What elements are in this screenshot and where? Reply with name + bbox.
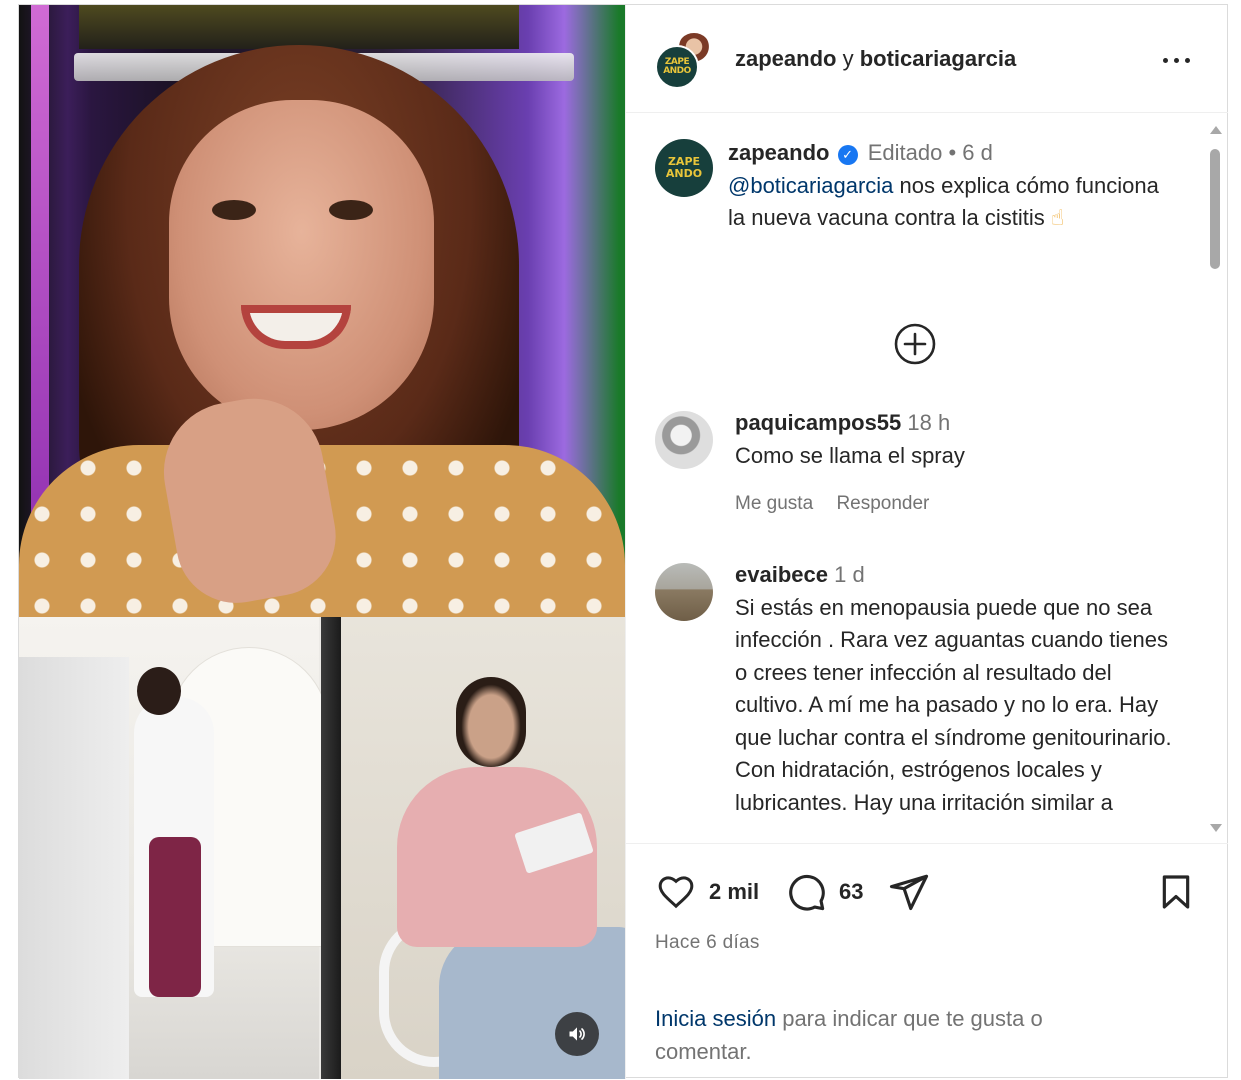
post-side-panel: ZAPE ANDO zapeando y boticariagarcia ZAP…	[625, 5, 1228, 1079]
comment-like-button[interactable]: Me gusta	[735, 493, 813, 514]
video-frame-clinic	[19, 617, 625, 1079]
authors-conjunction: y	[842, 46, 854, 71]
more-icon	[1160, 50, 1193, 68]
save-button[interactable]	[1156, 870, 1196, 914]
comment-body: paquicampos55 18 h Como se llama el spra…	[735, 407, 1185, 472]
heart-icon	[658, 876, 694, 909]
comment-button[interactable]: 63	[785, 870, 863, 914]
avatar-zapeando[interactable]: ZAPE ANDO	[655, 45, 699, 89]
caption-avatar-zapeando[interactable]: ZAPE ANDO	[655, 139, 713, 197]
pointing-up-emoji-icon: ☝	[1050, 205, 1065, 230]
comment-timestamp[interactable]: 18 h	[907, 410, 950, 435]
comment-item: paquicampos55 18 h Como se llama el spra…	[655, 410, 1185, 521]
bookmark-icon	[1162, 875, 1190, 909]
caption-separator: •	[948, 140, 957, 165]
action-bar: 2 mil 63	[655, 870, 1200, 914]
sound-toggle-button[interactable]	[555, 1012, 599, 1056]
plus-circle-icon[interactable]	[893, 322, 937, 366]
post-caption: zapeando ✓ Editado • 6 d @boticariagarci…	[728, 137, 1168, 235]
post-actions: 2 mil 63 Hace 6 días Inicia sesión para …	[626, 843, 1228, 1079]
video-frame-host	[19, 5, 625, 617]
comment-timestamp[interactable]: 1 d	[834, 562, 865, 587]
login-prompt: Inicia sesión para indicar que te gusta …	[655, 1002, 1135, 1068]
comment-item: evaibece 1 d Si estás en menopausia pued…	[655, 562, 1185, 843]
comment-actions: Me gusta Responder	[735, 493, 947, 515]
comment-text: Como se llama el spray	[735, 442, 965, 468]
scroll-up-arrow-icon[interactable]	[1210, 126, 1222, 134]
scroll-down-arrow-icon[interactable]	[1210, 824, 1222, 832]
caption-username[interactable]: zapeando	[728, 140, 829, 165]
likes-count[interactable]: 2 mil	[709, 879, 759, 905]
caption-timestamp[interactable]: 6 d	[962, 140, 993, 165]
comment-text: Si estás en menopausia puede que no sea …	[735, 594, 1172, 815]
login-link[interactable]: Inicia sesión	[655, 1006, 776, 1031]
author-link-zapeando[interactable]: zapeando	[735, 46, 836, 71]
comment-username[interactable]: evaibece	[735, 562, 828, 587]
commenter-avatar[interactable]	[655, 411, 713, 469]
comment-body: evaibece 1 d Si estás en menopausia pued…	[735, 559, 1185, 819]
caption-mention[interactable]: @boticariagarcia	[728, 173, 893, 198]
verified-badge-icon: ✓	[837, 145, 858, 165]
post-date[interactable]: Hace 6 días	[655, 932, 760, 954]
post-dialog: ZAPE ANDO zapeando y boticariagarcia ZAP…	[18, 4, 1228, 1079]
comments-scrollbar[interactable]	[1208, 123, 1222, 835]
post-header: ZAPE ANDO zapeando y boticariagarcia	[626, 5, 1228, 113]
author-link-boticariagarcia[interactable]: boticariagarcia	[860, 46, 1017, 71]
share-icon	[889, 874, 929, 911]
more-options-button[interactable]	[1156, 41, 1196, 77]
scrollbar-thumb[interactable]	[1210, 149, 1220, 269]
comments-section[interactable]: ZAPE ANDO zapeando ✓ Editado • 6 d @boti…	[626, 113, 1228, 843]
collab-avatars[interactable]: ZAPE ANDO	[655, 31, 717, 93]
comment-icon	[789, 874, 825, 911]
comment-reply-button[interactable]: Responder	[836, 493, 929, 514]
post-media-video[interactable]	[19, 5, 625, 1079]
share-button[interactable]	[887, 870, 931, 914]
commenter-avatar[interactable]	[655, 563, 713, 621]
comments-count[interactable]: 63	[839, 879, 863, 905]
speaker-icon	[569, 1027, 585, 1041]
like-button[interactable]: 2 mil	[655, 870, 759, 914]
caption-edited-label: Editado	[867, 140, 943, 165]
post-authors: zapeando y boticariagarcia	[735, 46, 1016, 72]
comment-username[interactable]: paquicampos55	[735, 410, 901, 435]
